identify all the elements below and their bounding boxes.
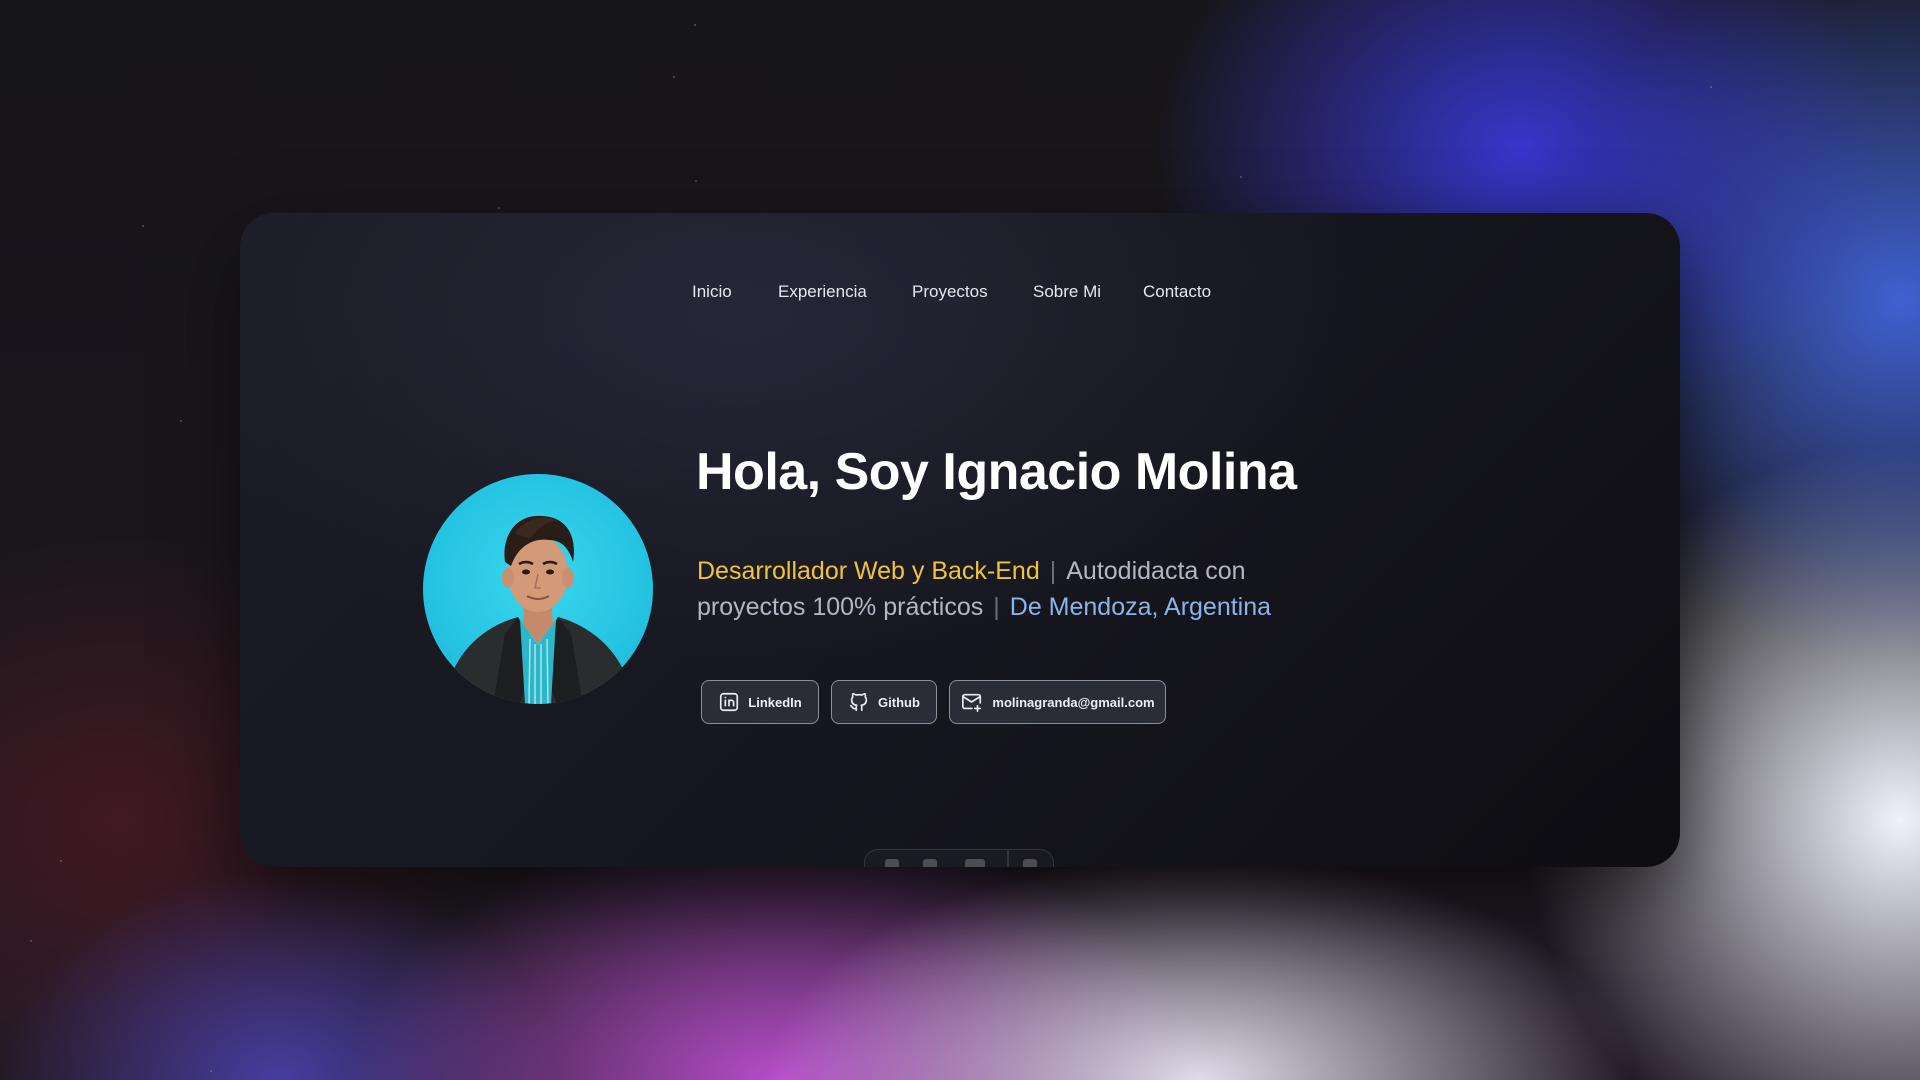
main-nav: Inicio Experiencia Proyectos Sobre Mi Co… — [240, 280, 1680, 304]
separator: | — [1049, 557, 1057, 585]
page-title: Hola, Soy Ignacio Molina — [696, 443, 1297, 501]
linkedin-button[interactable]: LinkedIn — [701, 680, 819, 724]
location-text: De Mendoza, Argentina — [1009, 593, 1272, 621]
dock-code-icon[interactable] — [965, 859, 985, 867]
dock-divider — [1007, 850, 1009, 867]
github-button-label: Github — [878, 694, 920, 710]
avatar — [423, 474, 653, 704]
email-button-label: molinagranda@gmail.com — [992, 694, 1155, 710]
hero-description: Desarrollador Web y Back-End | Autodidacta… — [697, 553, 1337, 625]
dock-home-icon[interactable] — [885, 859, 899, 867]
dock-mail-icon[interactable] — [1023, 859, 1037, 867]
email-button[interactable]: molinagranda@gmail.com — [949, 680, 1166, 724]
separator: | — [993, 593, 1000, 621]
nav-item-proyectos[interactable]: Proyectos — [912, 280, 988, 304]
nav-item-sobre-mi[interactable]: Sobre Mi — [1033, 280, 1101, 304]
linkedin-button-label: LinkedIn — [748, 694, 802, 710]
github-icon — [848, 691, 870, 713]
github-button[interactable]: Github — [831, 680, 937, 724]
mail-icon — [960, 691, 984, 713]
dock-briefcase-icon[interactable] — [923, 859, 937, 867]
hero-card: Inicio Experiencia Proyectos Sobre Mi Co… — [240, 213, 1680, 867]
nav-item-contacto[interactable]: Contacto — [1143, 280, 1211, 304]
profile-photo — [443, 515, 635, 704]
nav-item-inicio[interactable]: Inicio — [692, 280, 732, 304]
role-text: Desarrollador Web y Back-End — [697, 557, 1040, 585]
linkedin-icon — [718, 691, 740, 713]
nav-item-experiencia[interactable]: Experiencia — [778, 280, 867, 304]
floating-dock — [864, 849, 1054, 867]
